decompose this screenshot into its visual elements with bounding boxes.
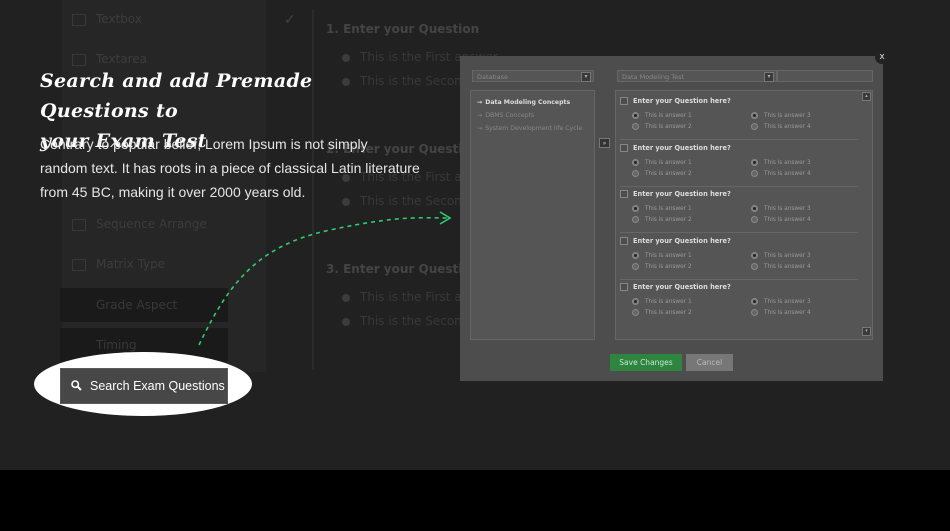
radio-icon	[751, 112, 758, 119]
search-exam-questions-button[interactable]: Search Exam Questions	[60, 368, 228, 404]
close-icon[interactable]: x	[875, 50, 889, 64]
question-list-scrollbar[interactable]: ▴ ▾	[862, 92, 871, 336]
add-questions-button[interactable]: »	[599, 138, 610, 148]
answer-option[interactable]: This is answer 2	[632, 216, 692, 224]
checkbox[interactable]	[620, 190, 628, 198]
answer-option[interactable]: This is answer 4	[751, 170, 811, 178]
radio-icon	[751, 123, 758, 130]
radio-icon	[751, 170, 758, 177]
radio-icon	[751, 298, 758, 305]
answer-option[interactable]: This is answer 4	[751, 309, 811, 317]
radio-icon	[632, 309, 639, 316]
radio-icon	[751, 309, 758, 316]
answer-option[interactable]: This is answer 3	[751, 205, 811, 213]
radio-icon	[751, 216, 758, 223]
answer-option[interactable]: This is answer 4	[751, 123, 811, 131]
save-changes-button[interactable]: Save Changes	[610, 354, 682, 371]
radio-icon	[632, 263, 639, 270]
answer-option[interactable]: This is answer 2	[632, 123, 692, 131]
description-line-2: random text. It has roots in a piece of …	[40, 160, 420, 176]
chevron-down-icon: ▾	[764, 72, 774, 82]
answer-option[interactable]: This is answer 1	[632, 252, 692, 260]
answer-option[interactable]: This is answer 4	[751, 216, 811, 224]
question-item-title[interactable]: Enter your Question here?	[620, 236, 731, 246]
category-item-dbms[interactable]: → DBMS Concepts	[477, 109, 588, 122]
cancel-button[interactable]: Cancel	[686, 354, 733, 371]
answer-option[interactable]: This is answer 1	[632, 159, 692, 167]
arrow-right-icon: →	[477, 125, 483, 132]
answer-option[interactable]: This is answer 4	[751, 263, 811, 271]
checkbox[interactable]	[620, 144, 628, 152]
tutorial-overlay: Textbox Textarea Sequence Arrange Matrix…	[0, 0, 950, 470]
description-line-3: from 45 BC, making it over 2000 years ol…	[40, 184, 306, 200]
test-select-extension	[777, 70, 873, 82]
answer-option[interactable]: This is answer 1	[632, 298, 692, 306]
answer-option[interactable]: This is answer 2	[632, 263, 692, 271]
category-item-sdlc[interactable]: → System Development life Cycle	[477, 122, 588, 135]
search-button-label: Search Exam Questions	[90, 379, 225, 393]
question-item-title[interactable]: Enter your Question here?	[620, 282, 731, 292]
answer-option[interactable]: This is answer 3	[751, 298, 811, 306]
question-item-title[interactable]: Enter your Question here?	[620, 189, 731, 199]
radio-icon	[632, 170, 639, 177]
answer-option[interactable]: This is answer 1	[632, 112, 692, 120]
answer-option[interactable]: This is answer 3	[751, 112, 811, 120]
tutorial-description: Contrary to popular belief, Lorem Ipsum …	[40, 132, 440, 204]
radio-icon	[751, 159, 758, 166]
question-item-title[interactable]: Enter your Question here?	[620, 143, 731, 153]
arrow-right-icon: →	[477, 112, 483, 119]
radio-icon	[751, 263, 758, 270]
radio-icon	[632, 123, 639, 130]
description-line-1: Contrary to popular belief, Lorem Ipsum …	[40, 136, 368, 152]
divider	[620, 139, 858, 140]
answer-option[interactable]: This is answer 3	[751, 252, 811, 260]
checkbox[interactable]	[620, 283, 628, 291]
radio-icon	[632, 205, 639, 212]
scroll-up-icon[interactable]: ▴	[862, 92, 871, 101]
checkbox[interactable]	[620, 237, 628, 245]
checkbox[interactable]	[620, 97, 628, 105]
category-list: → Data Modeling Concepts → DBMS Concepts →…	[470, 90, 595, 340]
divider	[620, 186, 858, 187]
chevron-down-icon: ▾	[581, 72, 591, 82]
category-select[interactable]: Database ▾	[472, 70, 594, 82]
headline-line-1: Search and add Premade Questions to	[40, 70, 313, 122]
test-select[interactable]: Data Modeling Test ▾	[617, 70, 777, 82]
category-item-data-modeling[interactable]: → Data Modeling Concepts	[477, 96, 588, 109]
radio-icon	[632, 298, 639, 305]
radio-icon	[751, 252, 758, 259]
radio-icon	[751, 205, 758, 212]
answer-option[interactable]: This is answer 2	[632, 309, 692, 317]
radio-icon	[632, 252, 639, 259]
question-item-title[interactable]: Enter your Question here?	[620, 96, 731, 106]
scroll-down-icon[interactable]: ▾	[862, 327, 871, 336]
radio-icon	[632, 159, 639, 166]
radio-icon	[632, 112, 639, 119]
arrow-right-icon: →	[477, 99, 483, 106]
answer-option[interactable]: This is answer 1	[632, 205, 692, 213]
search-icon	[71, 380, 82, 391]
divider	[620, 232, 858, 233]
answer-option[interactable]: This is answer 2	[632, 170, 692, 178]
answer-option[interactable]: This is answer 3	[751, 159, 811, 167]
radio-icon	[632, 216, 639, 223]
divider	[620, 279, 858, 280]
